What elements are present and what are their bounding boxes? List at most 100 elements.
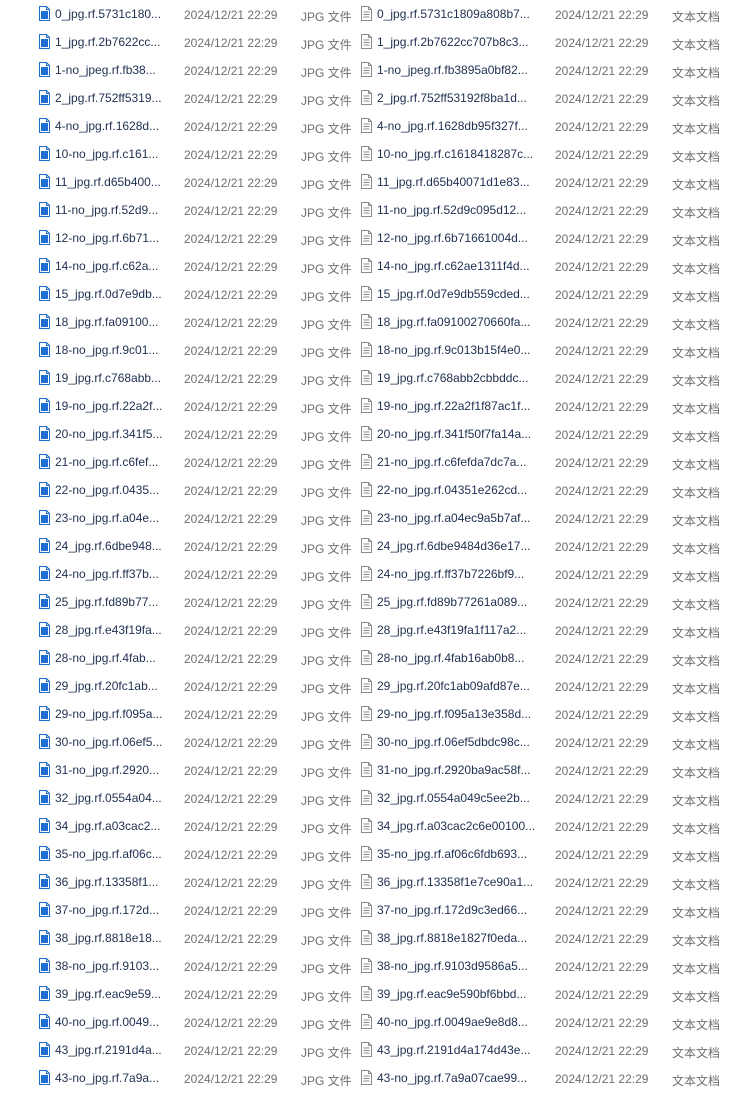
- file-name[interactable]: 15_jpg.rf.0d7e9db559cded...: [377, 287, 545, 301]
- file-name[interactable]: 36_jpg.rf.13358f1...: [55, 875, 173, 889]
- file-name[interactable]: 19_jpg.rf.c768abb...: [55, 371, 173, 385]
- file-row[interactable]: 19_jpg.rf.c768abb2cbbddc... 2024/12/21 22…: [358, 365, 750, 393]
- file-row[interactable]: 15_jpg.rf.0d7e9db559cded... 2024/12/21 22…: [358, 281, 750, 309]
- file-name[interactable]: 37-no_jpg.rf.172d...: [55, 903, 173, 917]
- file-row[interactable]: 34_jpg.rf.a03cac2... 2024/12/21 22:29 JPG …: [0, 813, 358, 841]
- file-name[interactable]: 18_jpg.rf.fa09100...: [55, 315, 173, 329]
- file-name[interactable]: 43_jpg.rf.2191d4a...: [55, 1043, 173, 1057]
- file-name[interactable]: 1-no_jpeg.rf.fb38...: [55, 63, 173, 77]
- file-name[interactable]: 38-no_jpg.rf.9103...: [55, 959, 173, 973]
- file-row[interactable]: 24_jpg.rf.6dbe948... 2024/12/21 22:29 JPG …: [0, 533, 358, 561]
- file-row[interactable]: 37-no_jpg.rf.172d... 2024/12/21 22:29 JPG …: [0, 897, 358, 925]
- file-row[interactable]: 4-no_jpg.rf.1628db95f327f... 2024/12/21 2…: [358, 113, 750, 141]
- file-name[interactable]: 38-no_jpg.rf.9103d9586a5...: [377, 959, 545, 973]
- file-row[interactable]: 19_jpg.rf.c768abb... 2024/12/21 22:29 JPG …: [0, 365, 358, 393]
- file-name[interactable]: 34_jpg.rf.a03cac2c6e00100...: [377, 819, 545, 833]
- file-row[interactable]: 4-no_jpg.rf.1628d... 2024/12/21 22:29 JPG …: [0, 113, 358, 141]
- file-name[interactable]: 19_jpg.rf.c768abb2cbbddc...: [377, 371, 545, 385]
- file-row[interactable]: 43_jpg.rf.2191d4a174d43e... 2024/12/21 22…: [358, 1037, 750, 1065]
- file-name[interactable]: 21-no_jpg.rf.c6fef...: [55, 455, 173, 469]
- file-name[interactable]: 29_jpg.rf.20fc1ab09afd87e...: [377, 679, 545, 693]
- file-row[interactable]: 31-no_jpg.rf.2920ba9ac58f... 2024/12/21 2…: [358, 757, 750, 785]
- file-row[interactable]: 38-no_jpg.rf.9103... 2024/12/21 22:29 JPG …: [0, 953, 358, 981]
- file-row[interactable]: 1-no_jpeg.rf.fb38... 2024/12/21 22:29 JPG …: [0, 57, 358, 85]
- file-row[interactable]: 37-no_jpg.rf.172d9c3ed66... 2024/12/21 22…: [358, 897, 750, 925]
- file-name[interactable]: 28-no_jpg.rf.4fab16ab0b8...: [377, 651, 545, 665]
- file-row[interactable]: 22-no_jpg.rf.0435... 2024/12/21 22:29 JPG …: [0, 477, 358, 505]
- file-row[interactable]: 2_jpg.rf.752ff53192f8ba1d... 2024/12/21 2…: [358, 85, 750, 113]
- file-name[interactable]: 4-no_jpg.rf.1628d...: [55, 119, 173, 133]
- file-row[interactable]: 32_jpg.rf.0554a04... 2024/12/21 22:29 JPG …: [0, 785, 358, 813]
- file-name[interactable]: 19-no_jpg.rf.22a2f1f87ac1f...: [377, 399, 545, 413]
- file-name[interactable]: 24_jpg.rf.6dbe9484d36e17...: [377, 539, 545, 553]
- file-name[interactable]: 11-no_jpg.rf.52d9...: [55, 203, 173, 217]
- file-name[interactable]: 0_jpg.rf.5731c180...: [55, 7, 173, 21]
- file-name[interactable]: 15_jpg.rf.0d7e9db...: [55, 287, 173, 301]
- file-name[interactable]: 30-no_jpg.rf.06ef5...: [55, 735, 173, 749]
- file-name[interactable]: 11_jpg.rf.d65b400...: [55, 175, 173, 189]
- file-name[interactable]: 2_jpg.rf.752ff53192f8ba1d...: [377, 91, 545, 105]
- file-row[interactable]: 11_jpg.rf.d65b400... 2024/12/21 22:29 JPG …: [0, 169, 358, 197]
- file-name[interactable]: 22-no_jpg.rf.04351e262cd...: [377, 483, 545, 497]
- file-row[interactable]: 2_jpg.rf.752ff5319... 2024/12/21 22:29 JPG…: [0, 85, 358, 113]
- file-name[interactable]: 29-no_jpg.rf.f095a...: [55, 707, 173, 721]
- file-row[interactable]: 23-no_jpg.rf.a04ec9a5b7af... 2024/12/21 2…: [358, 505, 750, 533]
- file-row[interactable]: 23-no_jpg.rf.a04e... 2024/12/21 22:29 JPG …: [0, 505, 358, 533]
- file-name[interactable]: 37-no_jpg.rf.172d9c3ed66...: [377, 903, 545, 917]
- file-row[interactable]: 24_jpg.rf.6dbe9484d36e17... 2024/12/21 22…: [358, 533, 750, 561]
- file-row[interactable]: 10-no_jpg.rf.c1618418287c... 2024/12/21 2…: [358, 141, 750, 169]
- file-name[interactable]: 23-no_jpg.rf.a04ec9a5b7af...: [377, 511, 545, 525]
- file-name[interactable]: 1-no_jpeg.rf.fb3895a0bf82...: [377, 63, 545, 77]
- file-row[interactable]: 35-no_jpg.rf.af06c6fdb693... 2024/12/21 2…: [358, 841, 750, 869]
- file-name[interactable]: 22-no_jpg.rf.0435...: [55, 483, 173, 497]
- file-row[interactable]: 0_jpg.rf.5731c1809a808b7... 2024/12/21 22…: [358, 1, 750, 29]
- file-name[interactable]: 25_jpg.rf.fd89b77...: [55, 595, 173, 609]
- file-name[interactable]: 40-no_jpg.rf.0049...: [55, 1015, 173, 1029]
- file-row[interactable]: 12-no_jpg.rf.6b71661004d... 2024/12/21 22…: [358, 225, 750, 253]
- file-name[interactable]: 39_jpg.rf.eac9e590bf6bbd...: [377, 987, 545, 1001]
- file-name[interactable]: 28_jpg.rf.e43f19fa1f117a2...: [377, 623, 545, 637]
- file-row[interactable]: 1-no_jpeg.rf.fb3895a0bf82... 2024/12/21 2…: [358, 57, 750, 85]
- file-row[interactable]: 38-no_jpg.rf.9103d9586a5... 2024/12/21 22…: [358, 953, 750, 981]
- file-row[interactable]: 25_jpg.rf.fd89b77... 2024/12/21 22:29 JPG …: [0, 589, 358, 617]
- file-row[interactable]: 21-no_jpg.rf.c6fefda7dc7a... 2024/12/21 2…: [358, 449, 750, 477]
- file-row[interactable]: 1_jpg.rf.2b7622cc... 2024/12/21 22:29 JPG …: [0, 29, 358, 57]
- file-name[interactable]: 24-no_jpg.rf.ff37b7226bf9...: [377, 567, 545, 581]
- file-row[interactable]: 32_jpg.rf.0554a049c5ee2b... 2024/12/21 22…: [358, 785, 750, 813]
- file-row[interactable]: 18_jpg.rf.fa09100270660fa... 2024/12/21 2…: [358, 309, 750, 337]
- file-name[interactable]: 1_jpg.rf.2b7622cc707b8c3...: [377, 35, 545, 49]
- file-row[interactable]: 30-no_jpg.rf.06ef5dbdc98c... 2024/12/21 2…: [358, 729, 750, 757]
- file-name[interactable]: 10-no_jpg.rf.c161...: [55, 147, 173, 161]
- file-name[interactable]: 18-no_jpg.rf.9c01...: [55, 343, 173, 357]
- file-row[interactable]: 18-no_jpg.rf.9c01... 2024/12/21 22:29 JPG …: [0, 337, 358, 365]
- file-row[interactable]: 30-no_jpg.rf.06ef5... 2024/12/21 22:29 JPG…: [0, 729, 358, 757]
- file-name[interactable]: 28_jpg.rf.e43f19fa...: [55, 623, 173, 637]
- file-name[interactable]: 11_jpg.rf.d65b40071d1e83...: [377, 175, 545, 189]
- file-row[interactable]: 12-no_jpg.rf.6b71... 2024/12/21 22:29 JPG …: [0, 225, 358, 253]
- file-row[interactable]: 40-no_jpg.rf.0049... 2024/12/21 22:29 JPG …: [0, 1009, 358, 1037]
- file-row[interactable]: 36_jpg.rf.13358f1e7ce90a1... 2024/12/21 2…: [358, 869, 750, 897]
- file-name[interactable]: 4-no_jpg.rf.1628db95f327f...: [377, 119, 545, 133]
- file-row[interactable]: 29-no_jpg.rf.f095a... 2024/12/21 22:29 JPG…: [0, 701, 358, 729]
- file-name[interactable]: 2_jpg.rf.752ff5319...: [55, 91, 173, 105]
- file-name[interactable]: 14-no_jpg.rf.c62ae1311f4d...: [377, 259, 545, 273]
- file-name[interactable]: 12-no_jpg.rf.6b71661004d...: [377, 231, 545, 245]
- file-row[interactable]: 36_jpg.rf.13358f1... 2024/12/21 22:29 JPG …: [0, 869, 358, 897]
- file-name[interactable]: 18-no_jpg.rf.9c013b15f4e0...: [377, 343, 545, 357]
- file-row[interactable]: 40-no_jpg.rf.0049ae9e8d8... 2024/12/21 22…: [358, 1009, 750, 1037]
- file-row[interactable]: 28_jpg.rf.e43f19fa1f117a2... 2024/12/21 2…: [358, 617, 750, 645]
- file-row[interactable]: 18_jpg.rf.fa09100... 2024/12/21 22:29 JPG …: [0, 309, 358, 337]
- file-row[interactable]: 11-no_jpg.rf.52d9... 2024/12/21 22:29 JPG …: [0, 197, 358, 225]
- file-name[interactable]: 23-no_jpg.rf.a04e...: [55, 511, 173, 525]
- file-row[interactable]: 39_jpg.rf.eac9e59... 2024/12/21 22:29 JPG …: [0, 981, 358, 1009]
- file-row[interactable]: 28-no_jpg.rf.4fab... 2024/12/21 22:29 JPG …: [0, 645, 358, 673]
- file-name[interactable]: 21-no_jpg.rf.c6fefda7dc7a...: [377, 455, 545, 469]
- file-row[interactable]: 31-no_jpg.rf.2920... 2024/12/21 22:29 JPG …: [0, 757, 358, 785]
- file-name[interactable]: 29-no_jpg.rf.f095a13e358d...: [377, 707, 545, 721]
- file-name[interactable]: 18_jpg.rf.fa09100270660fa...: [377, 315, 545, 329]
- file-row[interactable]: 0_jpg.rf.5731c180... 2024/12/21 22:29 JPG …: [0, 1, 358, 29]
- file-name[interactable]: 35-no_jpg.rf.af06c...: [55, 847, 173, 861]
- file-name[interactable]: 24-no_jpg.rf.ff37b...: [55, 567, 173, 581]
- file-name[interactable]: 0_jpg.rf.5731c1809a808b7...: [377, 7, 545, 21]
- file-row[interactable]: 20-no_jpg.rf.341f50f7fa14a... 2024/12/21 …: [358, 421, 750, 449]
